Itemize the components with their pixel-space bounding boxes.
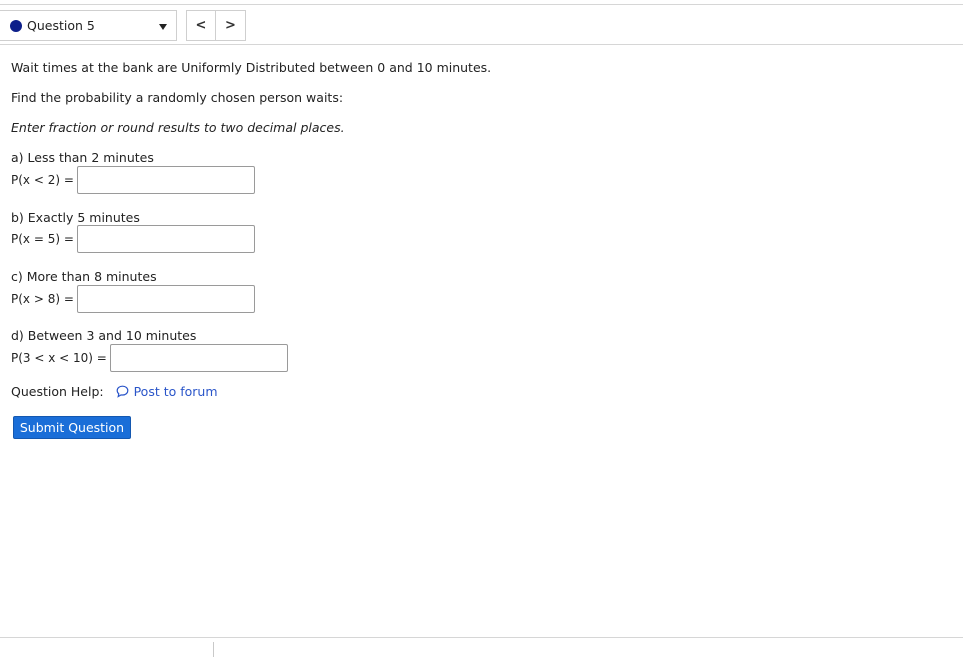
- bottom-divider: [0, 637, 963, 638]
- part-c-answer-input[interactable]: [76, 285, 255, 313]
- question-instruction: Find the probability a randomly chosen p…: [11, 90, 344, 105]
- question-selector[interactable]: Question 5: [0, 10, 177, 41]
- speech-bubble-icon: [116, 385, 128, 398]
- part-c-label: c) More than 8 minutes: [11, 269, 157, 284]
- previous-question-button[interactable]: <: [186, 10, 216, 41]
- post-to-forum-link[interactable]: Post to forum: [116, 384, 218, 399]
- submit-question-button[interactable]: Submit Question: [13, 416, 131, 439]
- top-divider: [0, 4, 963, 5]
- part-d-expression: P(3 < x < 10) =: [11, 351, 107, 365]
- part-c-expression: P(x > 8) =: [11, 292, 74, 306]
- question-page: Question 5 < > Wait times at the bank ar…: [0, 0, 963, 657]
- nav-divider: [0, 44, 963, 45]
- part-a-answer-input[interactable]: [76, 166, 255, 194]
- question-intro: Wait times at the bank are Uniformly Dis…: [11, 60, 492, 75]
- part-b-row: P(x = 5) =: [11, 225, 255, 253]
- question-selector-label: Question 5: [27, 18, 95, 33]
- next-question-button[interactable]: >: [216, 10, 246, 41]
- part-b-answer-input[interactable]: [76, 225, 255, 253]
- post-to-forum-label: Post to forum: [133, 384, 218, 399]
- part-a-expression: P(x < 2) =: [11, 173, 74, 187]
- part-d-row: P(3 < x < 10) =: [11, 344, 288, 372]
- part-d-answer-input[interactable]: [109, 344, 288, 372]
- part-a-row: P(x < 2) =: [11, 166, 255, 194]
- question-status-dot-icon: [10, 19, 22, 32]
- part-c-row: P(x > 8) =: [11, 285, 255, 313]
- chevron-left-icon: <: [195, 18, 207, 33]
- caret-down-icon: [159, 24, 167, 30]
- part-a-label: a) Less than 2 minutes: [11, 150, 154, 165]
- question-help: Question Help: Post to forum: [11, 384, 218, 399]
- chevron-right-icon: >: [225, 18, 236, 33]
- question-help-label: Question Help:: [11, 384, 104, 399]
- part-b-expression: P(x = 5) =: [11, 232, 74, 246]
- bottom-panel-divider: [213, 642, 214, 657]
- format-note: Enter fraction or round results to two d…: [11, 120, 345, 135]
- part-b-label: b) Exactly 5 minutes: [11, 210, 140, 225]
- part-d-label: d) Between 3 and 10 minutes: [11, 328, 197, 343]
